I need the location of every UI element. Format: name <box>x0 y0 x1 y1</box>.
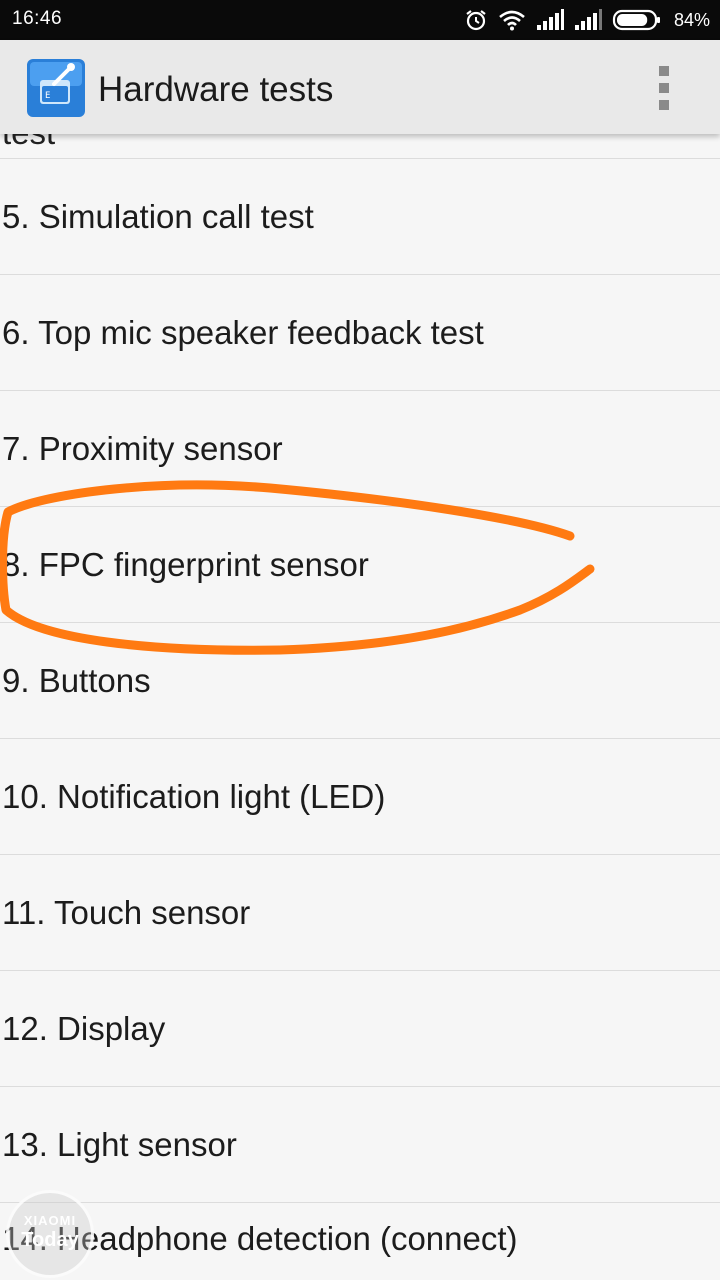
list-item-label: 8. FPC fingerprint sensor <box>2 546 369 583</box>
overflow-menu-icon[interactable] <box>648 66 680 110</box>
list-item-label: 10. Notification light (LED) <box>2 778 386 815</box>
signal-icon <box>574 9 602 30</box>
list-item-label: 6. Top mic speaker feedback test <box>2 314 484 351</box>
list-item-label: 7. Proximity sensor <box>2 430 283 467</box>
list-item-simulation-call-test[interactable]: 5. Simulation call test <box>0 159 720 275</box>
wifi-icon <box>499 10 525 31</box>
list-item-top-mic-speaker-feedback-test[interactable]: 6. Top mic speaker feedback test <box>0 275 720 391</box>
svg-text:E: E <box>45 91 50 101</box>
list-item-label: test <box>2 134 55 152</box>
hardware-tests-app-icon[interactable]: E <box>26 58 86 118</box>
list-item-display[interactable]: 12. Display <box>0 971 720 1087</box>
battery-percentage: 84% <box>673 9 710 30</box>
list-item-notification-light[interactable]: 10. Notification light (LED) <box>0 739 720 855</box>
list-item-label: 11. Touch sensor <box>2 894 251 931</box>
list-item-label: 9. Buttons <box>2 662 151 699</box>
page-title: Hardware tests <box>98 70 334 109</box>
list-item-headphone-detection[interactable]: 14. Headphone detection (connect) <box>0 1203 720 1280</box>
list-item-label: 13. Light sensor <box>2 1126 237 1163</box>
status-time: 16:46 <box>12 8 63 29</box>
list-item-proximity-sensor[interactable]: 7. Proximity sensor <box>0 391 720 507</box>
list-item-partial[interactable]: test <box>0 134 720 159</box>
list-item-label: 12. Display <box>2 1010 166 1047</box>
test-list: test 5. Simulation call test 6. Top mic … <box>0 134 720 1280</box>
action-bar: E Hardware tests <box>0 40 720 134</box>
status-bar: 16:46 84% <box>0 0 720 40</box>
alarm-icon <box>466 10 486 31</box>
status-icons: 84% <box>464 6 710 34</box>
signal-icon <box>536 9 564 30</box>
list-item-touch-sensor[interactable]: 11. Touch sensor <box>0 855 720 971</box>
list-item-buttons[interactable]: 9. Buttons <box>0 623 720 739</box>
list-item-label: 14. Headphone detection (connect) <box>2 1220 518 1257</box>
list-item-label: 5. Simulation call test <box>2 198 314 235</box>
list-item-fpc-fingerprint-sensor[interactable]: 8. FPC fingerprint sensor <box>0 507 720 623</box>
list-item-light-sensor[interactable]: 13. Light sensor <box>0 1087 720 1203</box>
battery-icon <box>612 9 660 31</box>
